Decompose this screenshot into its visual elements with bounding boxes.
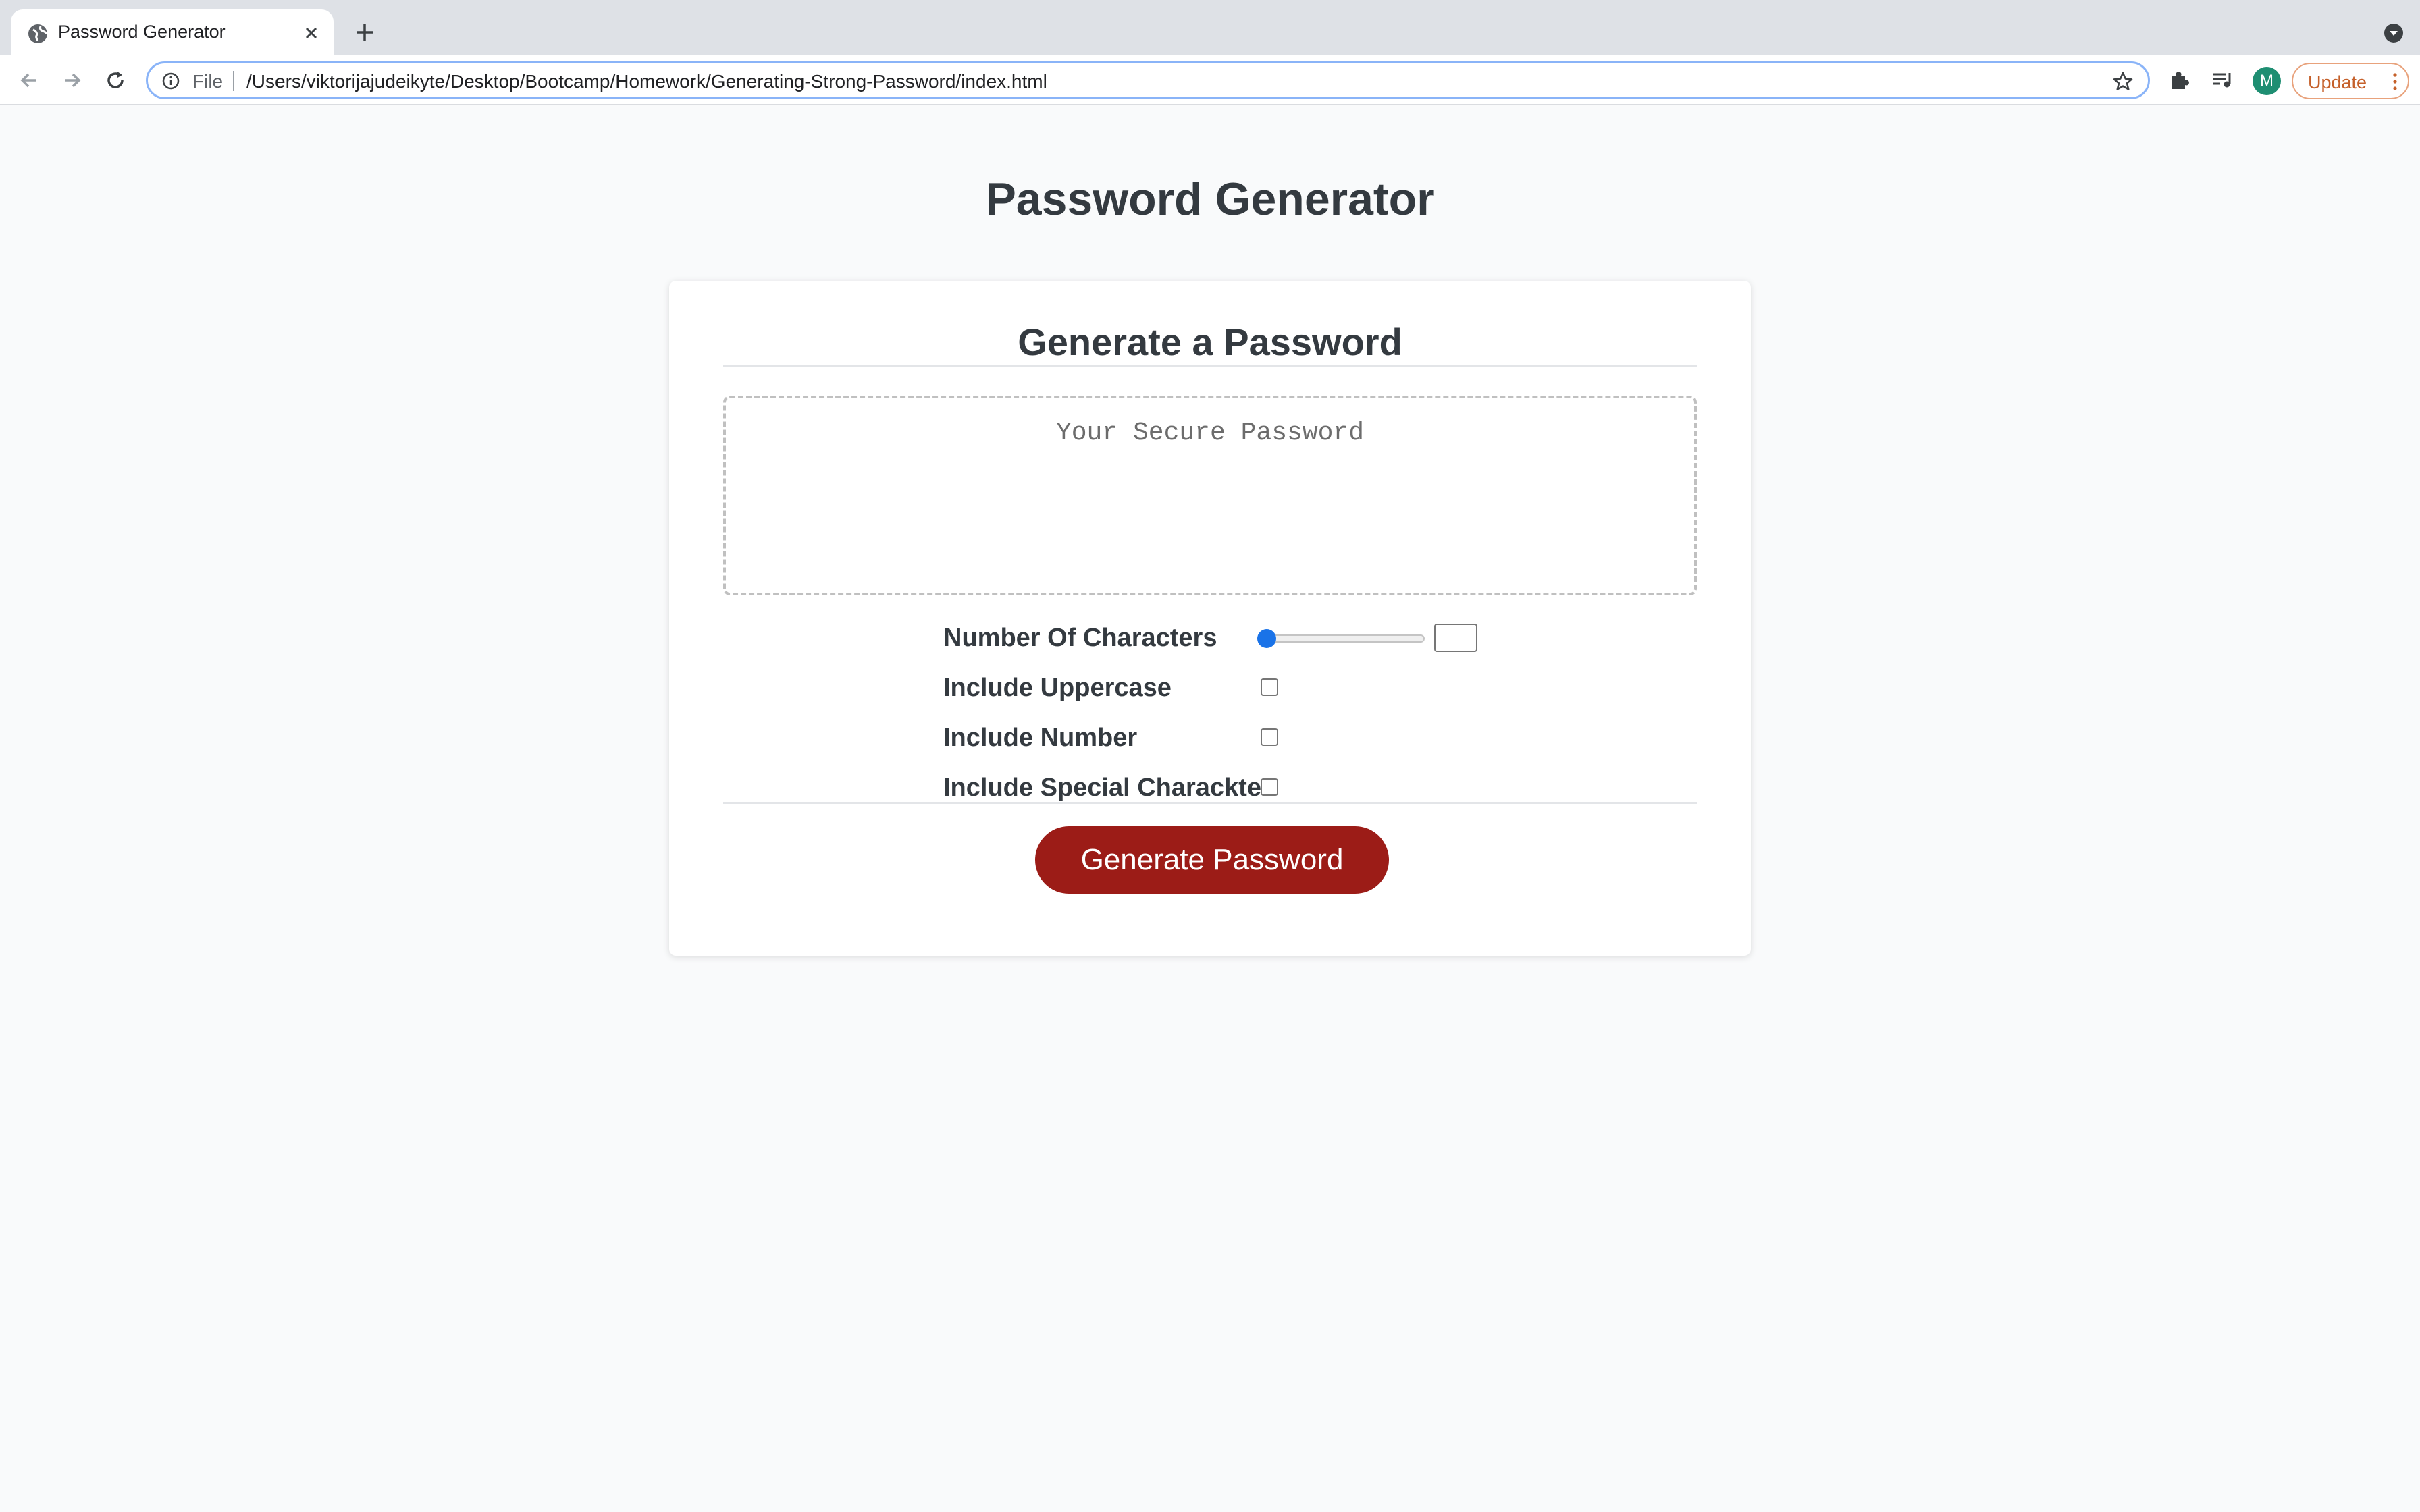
divider	[723, 364, 1697, 367]
update-button[interactable]: Update	[2292, 63, 2409, 99]
generator-card: Generate a Password Your Secure Password…	[669, 281, 1751, 956]
divider	[723, 802, 1697, 804]
tab-search-icon[interactable]	[2382, 22, 2405, 45]
back-arrow-icon[interactable]	[15, 66, 43, 94]
url-separator	[233, 71, 234, 91]
slider-track	[1257, 634, 1425, 643]
uppercase-label: Include Uppercase	[943, 674, 1172, 702]
reload-icon[interactable]	[101, 66, 130, 94]
page-title: Password Generator	[985, 173, 1435, 225]
browser-tab[interactable]: Password Generator	[11, 9, 334, 55]
uppercase-checkbox[interactable]	[1261, 678, 1278, 696]
close-icon[interactable]	[301, 23, 321, 43]
extensions-puzzle-icon[interactable]	[2166, 68, 2192, 93]
special-label: Include Special Charackter	[943, 774, 1271, 802]
special-checkbox[interactable]	[1261, 778, 1278, 796]
tab-strip: Password Generator	[0, 0, 2420, 55]
url-text[interactable]: /Users/viktorijajudeikyte/Desktop/Bootca…	[246, 71, 1047, 92]
info-icon[interactable]	[161, 72, 180, 90]
tab-title: Password Generator	[58, 22, 226, 42]
media-queue-icon[interactable]	[2209, 68, 2235, 93]
new-tab-icon[interactable]	[352, 20, 377, 45]
number-checkbox[interactable]	[1261, 728, 1278, 746]
browser-toolbar: File /Users/viktorijajudeikyte/Desktop/B…	[0, 55, 2420, 105]
address-bar[interactable]: File /Users/viktorijajudeikyte/Desktop/B…	[146, 61, 2150, 99]
length-label: Number Of Characters	[943, 624, 1217, 652]
slider-thumb[interactable]	[1257, 629, 1276, 648]
globe-icon	[28, 24, 48, 43]
generate-password-button[interactable]: Generate Password	[1035, 826, 1389, 894]
bookmark-star-icon[interactable]	[2111, 70, 2134, 93]
update-label: Update	[2308, 72, 2367, 92]
profile-avatar[interactable]: M	[2253, 67, 2281, 95]
url-scheme: File	[192, 71, 223, 92]
card-title: Generate a Password	[1018, 321, 1402, 363]
length-slider[interactable]	[1257, 629, 1426, 648]
forward-arrow-icon[interactable]	[58, 66, 86, 94]
password-output[interactable]: Your Secure Password	[723, 396, 1697, 595]
length-input[interactable]	[1434, 624, 1477, 652]
password-placeholder: Your Secure Password	[1055, 418, 1365, 448]
number-label: Include Number	[943, 724, 1138, 752]
more-menu-icon	[2393, 73, 2397, 90]
